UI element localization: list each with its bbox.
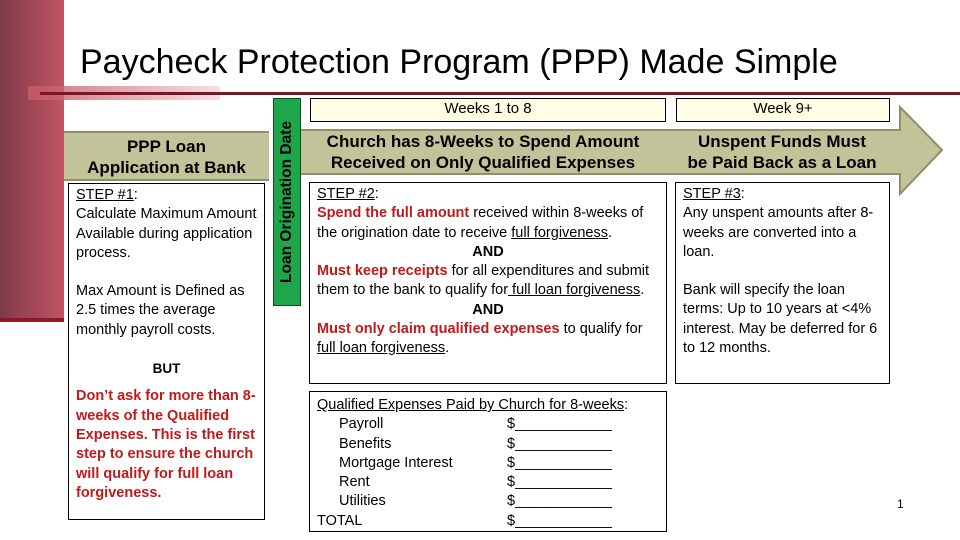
step2-item3-emphasis: Must only claim qualified expenses [317, 321, 560, 338]
expense-name: Payroll [339, 416, 384, 433]
step1-box: STEP #1: Calculate Maximum Amount Availa… [68, 183, 265, 520]
week-9-label: Week 9+ [676, 98, 890, 122]
expense-row: Payroll $____________ [317, 415, 659, 434]
step3-colon: : [740, 186, 745, 202]
expense-row: Mortgage Interest $____________ [317, 454, 659, 473]
expense-rows: Payroll $____________ Benefits $___________… [317, 415, 659, 511]
expense-amount-blank: $____________ [507, 474, 612, 491]
step2-item1-emphasis: Spend the full amount [317, 205, 470, 222]
qualified-expenses-box: Qualified Expenses Paid by Church for 8-… [309, 391, 667, 532]
left-heading-line2: Application at Bank [87, 158, 246, 177]
loan-origination-label: Loan Origination Date [278, 121, 295, 283]
expense-name: Utilities [339, 493, 386, 510]
right-heading-line2: be Paid Back as a Loan [687, 153, 877, 172]
step2-label: STEP #2 [317, 186, 375, 202]
expense-amount-blank: $____________ [507, 454, 612, 471]
step3-label: STEP #3 [683, 186, 741, 202]
step2-colon: : [374, 186, 379, 202]
expense-total-row: TOTAL $____________ [317, 512, 659, 531]
step2-item1: Spend the full amount received within 8-… [317, 204, 659, 243]
middle-heading-line2: Received on Only Qualified Expenses [330, 153, 636, 172]
middle-heading: Church has 8-Weeks to Spend Amount Recei… [300, 131, 666, 173]
expense-amount-blank: $____________ [507, 493, 612, 510]
max-amount-text: Max Amount is Defined as 2.5 times the a… [76, 283, 245, 338]
loan-origination-bar: Loan Origination Date [273, 98, 301, 306]
step2-item1-end: . [607, 224, 613, 241]
expense-amount-blank: $____________ [507, 416, 612, 433]
expenses-heading: Qualified Expenses Paid by Church for 8-… [317, 397, 625, 413]
step2-box: STEP #2: Spend the full amount received … [309, 182, 667, 384]
step2-item3-end: . [445, 340, 450, 357]
expense-name: Rent [339, 474, 370, 491]
right-heading: Unspent Funds Must be Paid Back as a Loa… [672, 131, 892, 173]
middle-heading-line1: Church has 8-Weeks to Spend Amount [326, 132, 640, 151]
page-number: 1 [897, 497, 904, 511]
step2-item2: Must keep receipts for all expenditures … [317, 262, 659, 301]
expense-amount-blank: $____________ [507, 435, 612, 452]
but-label: BUT [152, 361, 181, 377]
step2-item3: Must only claim qualified expenses to qu… [317, 320, 659, 359]
weeks-1-8-label: Weeks 1 to 8 [310, 98, 666, 122]
right-heading-line1: Unspent Funds Must [697, 132, 867, 151]
expense-row: Utilities $____________ [317, 492, 659, 511]
step1-text: Calculate Maximum Amount Available durin… [76, 206, 257, 261]
step2-item2-underlined: full loan forgiveness [508, 282, 641, 299]
expense-name: Mortgage Interest [339, 454, 453, 471]
step1-label: STEP #1 [76, 187, 134, 203]
expenses-heading-colon: : [624, 397, 629, 413]
and-label-1: AND [472, 243, 504, 260]
and-label-2: AND [472, 301, 504, 318]
step2-item3-underlined: full loan forgiveness [317, 340, 446, 357]
step2-item1-underlined: full forgiveness [511, 224, 608, 241]
expense-name: Benefits [339, 435, 392, 452]
step2-item2-emphasis: Must keep receipts [317, 263, 448, 280]
expense-row: Benefits $____________ [317, 435, 659, 454]
left-column-heading: PPP Loan Application at Bank [64, 131, 269, 181]
expense-total-amount: $____________ [507, 512, 612, 529]
expense-total-label: TOTAL [317, 512, 363, 529]
loan-terms-text: Bank will specify the loan terms: Up to … [683, 282, 878, 357]
left-heading-text: PPP Loan Application at Bank [64, 136, 269, 178]
step1-colon: : [133, 187, 138, 203]
step3-text: Any unspent amounts after 8-weeks are co… [683, 205, 874, 260]
step2-item3-text: to qualify for [559, 321, 643, 338]
left-heading-line1: PPP Loan [126, 137, 207, 156]
step2-item2-end: . [640, 282, 645, 299]
warning-text: Don’t ask for more than 8-weeks of the Q… [76, 388, 256, 501]
step3-box: STEP #3: Any unspent amounts after 8-wee… [675, 182, 890, 384]
expense-row: Rent $____________ [317, 473, 659, 492]
